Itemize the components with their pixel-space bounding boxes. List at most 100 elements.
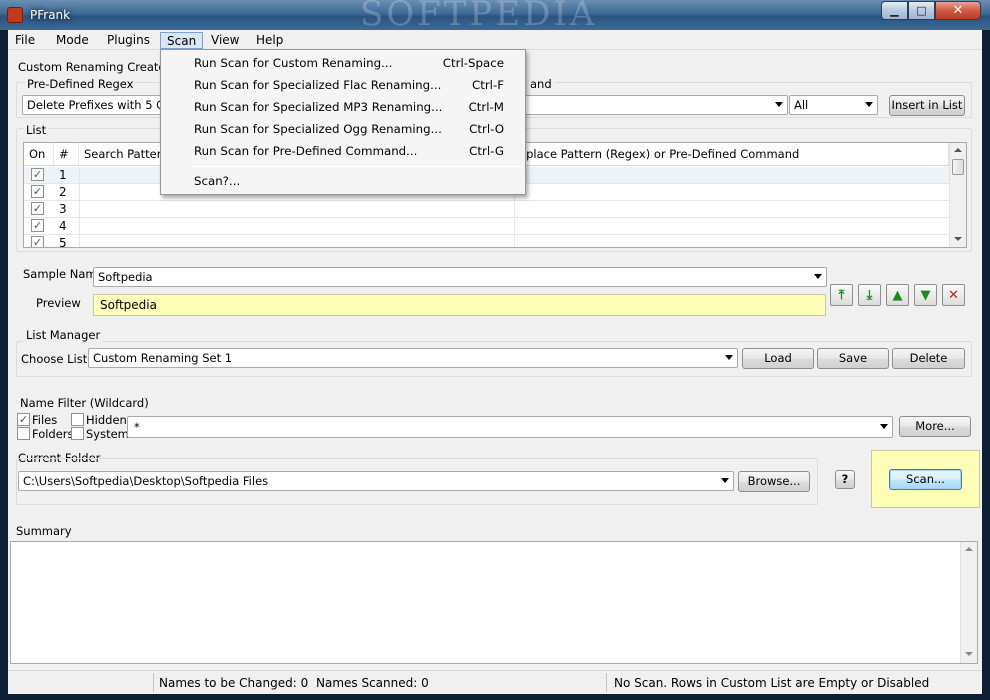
wildcard-combo[interactable]: *	[127, 416, 893, 438]
scan-ogg-item[interactable]: Run Scan for Specialized Ogg Renaming...…	[161, 118, 525, 140]
delete-button[interactable]: Delete	[892, 348, 965, 369]
move-down-button[interactable]: ▼	[914, 284, 937, 306]
menu-view[interactable]: View	[205, 32, 245, 49]
sample-name-value: Softpedia	[98, 270, 153, 284]
creator-title: Custom Renaming Creator	[18, 60, 171, 74]
chevron-down-icon	[721, 478, 729, 483]
menu-separator	[191, 166, 523, 167]
name-filter-title: Name Filter (Wildcard)	[20, 396, 149, 410]
minimize-button[interactable]: ▁	[881, 1, 908, 20]
row-checkbox[interactable]: ✓	[31, 219, 44, 232]
insert-in-list-button[interactable]: Insert in List	[889, 95, 965, 116]
move-top-button[interactable]: ⤒	[830, 284, 853, 306]
chevron-down-icon	[775, 102, 783, 107]
app-icon	[7, 7, 23, 23]
list-row[interactable]: ✓ 5	[24, 235, 949, 247]
row-checkbox[interactable]: ✓	[31, 185, 44, 198]
more-button[interactable]: More...	[899, 416, 971, 437]
scroll-thumb[interactable]	[952, 159, 964, 175]
folder-path-value: C:\Users\Softpedia\Desktop\Softpedia Fil…	[23, 474, 269, 488]
hidden-label: Hidden	[86, 413, 127, 427]
scan-mp3-item[interactable]: Run Scan for Specialized MP3 Renaming...…	[161, 96, 525, 118]
menu-mode[interactable]: Mode	[50, 32, 95, 49]
row-checkbox[interactable]: ✓	[31, 202, 44, 215]
app-window: SOFTPEDIA PFrank ▁ □ ✕ File Mode Plugins…	[0, 0, 990, 700]
help-button[interactable]: ?	[835, 470, 855, 489]
minimize-icon: ▁	[890, 4, 899, 17]
delete-row-button[interactable]: ✕	[942, 284, 965, 306]
files-checkbox[interactable]: ✓	[17, 413, 30, 426]
list-row[interactable]: ✓ 4	[24, 218, 949, 235]
summary-textarea[interactable]	[10, 541, 978, 664]
browse-button[interactable]: Browse...	[738, 471, 810, 492]
choose-list-label: Choose List:	[21, 352, 92, 366]
maximize-icon: □	[916, 4, 927, 17]
scope-combo[interactable]: All	[789, 95, 878, 115]
preview-field: Softpedia	[93, 294, 826, 316]
watermark: SOFTPEDIA	[360, 0, 598, 34]
row-checkbox[interactable]: ✓	[31, 236, 44, 247]
wildcard-value: *	[134, 420, 140, 434]
summary-scrollbar[interactable]	[960, 542, 977, 663]
chevron-down-icon	[814, 274, 822, 279]
hidden-checkbox[interactable]	[71, 413, 84, 426]
scan-custom-item[interactable]: Run Scan for Custom Renaming... Ctrl-Spac…	[161, 52, 525, 74]
close-icon: ✕	[952, 3, 964, 18]
move-up-button[interactable]: ▲	[886, 284, 909, 306]
sample-name-combo[interactable]: Softpedia	[93, 267, 827, 287]
scroll-up-icon[interactable]	[954, 148, 962, 152]
status-message: No Scan. Rows in Custom List are Empty o…	[614, 676, 930, 690]
menu-bar: File Mode Plugins Scan View Help	[8, 30, 982, 50]
scope-value: All	[794, 98, 809, 112]
status-names-scanned: Names Scanned: 0	[316, 676, 429, 690]
scan-flac-item[interactable]: Run Scan for Specialized Flac Renaming..…	[161, 74, 525, 96]
window-title: PFrank	[30, 8, 71, 22]
move-down-icon: ▼	[920, 287, 931, 303]
preview-label: Preview	[36, 296, 81, 310]
folders-checkbox[interactable]	[17, 427, 30, 440]
row-number: 4	[59, 219, 67, 233]
col-on[interactable]: On	[24, 143, 54, 165]
title-bar[interactable]: SOFTPEDIA PFrank ▁ □ ✕	[0, 0, 990, 34]
chevron-down-icon	[725, 355, 733, 360]
row-number: 5	[59, 236, 67, 247]
list-label: List	[24, 123, 49, 137]
row-checkbox[interactable]: ✓	[31, 168, 44, 181]
scroll-down-icon[interactable]	[954, 237, 962, 241]
col-number[interactable]: #	[54, 143, 79, 165]
status-names-changed: Names to be Changed: 0	[159, 676, 309, 690]
menu-plugins[interactable]: Plugins	[101, 32, 156, 49]
system-checkbox[interactable]	[71, 427, 84, 440]
folders-label: Folders	[32, 427, 74, 441]
menu-scan[interactable]: Scan	[160, 32, 204, 49]
row-number: 3	[59, 202, 67, 216]
delete-x-icon: ✕	[948, 287, 959, 303]
move-bottom-button[interactable]: ⤓	[858, 284, 881, 306]
load-button[interactable]: Load	[742, 348, 814, 369]
list-scrollbar[interactable]	[949, 143, 966, 247]
save-button[interactable]: Save	[817, 348, 889, 369]
summary-title: Summary	[16, 524, 72, 538]
command-label: and	[528, 77, 554, 91]
scroll-down-icon[interactable]	[965, 652, 973, 656]
list-row[interactable]: ✓ 3	[24, 201, 949, 218]
scroll-up-icon[interactable]	[965, 547, 973, 551]
maximize-button[interactable]: □	[908, 1, 935, 20]
scan-predefined-item[interactable]: Run Scan for Pre-Defined Command... Ctrl-…	[161, 140, 525, 162]
files-label: Files	[32, 413, 58, 427]
menu-file[interactable]: File	[9, 32, 41, 49]
folder-path-combo[interactable]: C:\Users\Softpedia\Desktop\Softpedia Fil…	[18, 471, 734, 491]
choose-list-value: Custom Renaming Set 1	[93, 351, 233, 365]
scan-help-item[interactable]: Scan?...	[161, 170, 525, 192]
scan-menu-dropdown: Run Scan for Custom Renaming... Ctrl-Spac…	[160, 49, 526, 195]
scan-button[interactable]: Scan...	[889, 469, 962, 490]
move-up-icon: ▲	[892, 287, 903, 303]
chevron-down-icon	[880, 424, 888, 429]
sample-name-label: Sample Name	[23, 267, 104, 281]
predefined-label: Pre-Defined Regex	[25, 77, 136, 91]
choose-list-combo[interactable]: Custom Renaming Set 1	[88, 348, 738, 368]
menu-help[interactable]: Help	[250, 32, 289, 49]
close-button[interactable]: ✕	[935, 1, 981, 20]
col-replace-pattern[interactable]: eplace Pattern (Regex) or Pre-Defined Co…	[514, 143, 949, 165]
row-number: 2	[59, 185, 67, 199]
